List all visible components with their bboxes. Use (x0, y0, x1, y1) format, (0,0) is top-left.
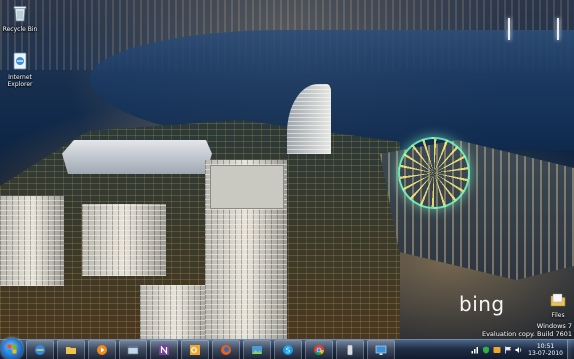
taskbar-button-app[interactable] (119, 340, 147, 359)
taskbar-button-outlook[interactable] (181, 340, 209, 359)
desktop[interactable]: Recycle Bin Internet Explorer Files bing… (0, 0, 574, 359)
taskbar-button-photo-viewer[interactable] (243, 340, 271, 359)
desktop-icon-files[interactable]: Files (538, 292, 574, 319)
onedrive-icon[interactable] (493, 346, 501, 354)
svg-text:S: S (286, 346, 291, 354)
wallpaper-building (0, 196, 64, 286)
taskbar-button-internet-explorer[interactable] (26, 340, 54, 359)
watermark-line-build: Evaluation copy. Build 7601 (481, 330, 572, 338)
skype-icon: S (282, 341, 294, 359)
taskbar: S 10:51 13-07-2010 (0, 337, 574, 359)
wallpaper-bridge-pylon (557, 18, 559, 40)
taskbar-button-media-player[interactable] (88, 340, 116, 359)
photo-icon (251, 341, 263, 359)
phone-icon (344, 341, 356, 359)
media-player-icon (96, 341, 108, 359)
firefox-icon (220, 341, 232, 359)
volume-icon[interactable] (515, 346, 523, 354)
clock-time: 10:51 (536, 343, 555, 350)
internet-explorer-icon (0, 52, 40, 72)
taskbar-button-windows-explorer[interactable] (57, 340, 85, 359)
wallpaper-building (82, 204, 166, 276)
wallpaper-bridge-pylon (508, 18, 510, 40)
clock-date: 13-07-2010 (528, 350, 563, 357)
window-icon (127, 341, 139, 359)
wallpaper-building (140, 285, 212, 341)
chrome-icon (313, 341, 325, 359)
desktop-icon-recycle-bin[interactable]: Recycle Bin (0, 4, 40, 33)
network-icon[interactable] (471, 346, 479, 354)
wallpaper-convention-hall (62, 140, 212, 174)
show-desktop-button[interactable] (567, 340, 574, 359)
taskbar-button-firefox[interactable] (212, 340, 240, 359)
screen-icon (375, 341, 387, 359)
evaluation-watermark: Windows 7 Evaluation copy. Build 7601 (482, 322, 572, 338)
desktop-icon-internet-explorer[interactable]: Internet Explorer (0, 52, 40, 88)
desktop-icon-label: Recycle Bin (2, 26, 38, 33)
internet-explorer-icon (34, 341, 46, 359)
flag-icon[interactable] (504, 346, 512, 354)
desktop-icon-label: Internet Explorer (7, 74, 33, 88)
wallpaper-tower-roof (210, 165, 284, 209)
taskbar-button-onenote[interactable] (150, 340, 178, 359)
folder-icon (65, 341, 77, 359)
folder-icon (538, 292, 574, 310)
desktop-icon-label: Files (551, 312, 565, 319)
start-button[interactable] (1, 337, 23, 359)
wallpaper-ferris-wheel (398, 137, 470, 209)
shield-icon[interactable] (482, 346, 490, 354)
taskbar-button-device[interactable] (336, 340, 364, 359)
watermark-line-os: Windows 7 (536, 322, 572, 330)
windows-orb-icon (7, 339, 17, 358)
taskbar-clock[interactable]: 10:51 13-07-2010 (528, 343, 563, 357)
recycle-bin-icon (0, 4, 40, 24)
taskbar-button-screen-capture[interactable] (367, 340, 395, 359)
bing-logo: bing (459, 292, 505, 316)
taskbar-button-chrome[interactable] (305, 340, 333, 359)
system-tray: 10:51 13-07-2010 (471, 340, 574, 359)
onenote-icon (158, 341, 170, 359)
taskbar-button-skype[interactable]: S (274, 340, 302, 359)
outlook-icon (189, 341, 201, 359)
